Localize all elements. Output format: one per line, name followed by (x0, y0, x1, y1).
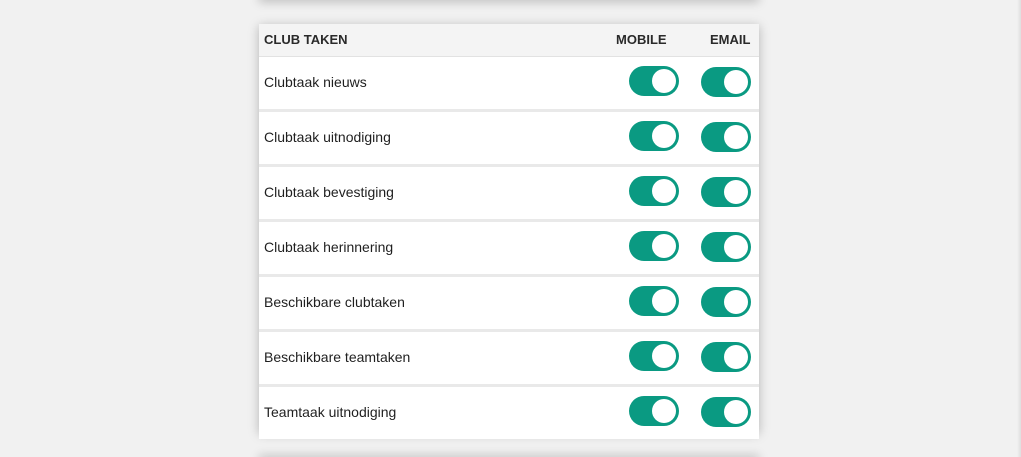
table-row: Clubtaak herinnering (259, 222, 759, 277)
toggle-knob (652, 69, 676, 93)
row-label: Beschikbare clubtaken (264, 294, 405, 310)
toggle-knob (652, 179, 676, 203)
table-header: CLUB TAKEN MOBILE EMAIL (259, 24, 759, 57)
toggle-knob (652, 399, 676, 423)
email-toggle[interactable] (701, 232, 751, 262)
toggle-knob (652, 124, 676, 148)
email-toggle[interactable] (701, 342, 751, 372)
toggle-knob (652, 344, 676, 368)
row-label: Clubtaak uitnodiging (264, 129, 391, 145)
row-label: Teamtaak uitnodiging (264, 404, 397, 420)
toggle-knob (652, 289, 676, 313)
column-header-mobile: MOBILE (616, 32, 667, 47)
mobile-toggle[interactable] (629, 286, 679, 316)
toggle-knob (724, 345, 748, 369)
row-label: Clubtaak nieuws (264, 74, 367, 90)
mobile-toggle[interactable] (629, 231, 679, 261)
toggle-knob (724, 125, 748, 149)
table-row: Beschikbare clubtaken (259, 277, 759, 332)
mobile-toggle[interactable] (629, 396, 679, 426)
column-header-email: EMAIL (710, 32, 751, 47)
email-toggle[interactable] (701, 122, 751, 152)
email-toggle[interactable] (701, 397, 751, 427)
mobile-toggle[interactable] (629, 66, 679, 96)
toggle-knob (652, 234, 676, 258)
club-taken-notification-card: CLUB TAKEN MOBILE EMAIL Clubtaak nieuws … (259, 24, 759, 439)
email-toggle[interactable] (701, 67, 751, 97)
row-label: Beschikbare teamtaken (264, 349, 411, 365)
mobile-toggle[interactable] (629, 341, 679, 371)
row-label: Clubtaak bevestiging (264, 184, 394, 200)
email-toggle[interactable] (701, 287, 751, 317)
toggle-knob (724, 180, 748, 204)
page: CLUB TAKEN MOBILE EMAIL Clubtaak nieuws … (0, 0, 1021, 457)
table-row: Clubtaak bevestiging (259, 167, 759, 222)
toggle-knob (724, 400, 748, 424)
table-row: Teamtaak uitnodiging (259, 387, 759, 439)
toggle-knob (724, 70, 748, 94)
toggle-knob (724, 235, 748, 259)
table-row: Clubtaak uitnodiging (259, 112, 759, 167)
toggle-knob (724, 290, 748, 314)
row-label: Clubtaak herinnering (264, 239, 394, 255)
mobile-toggle[interactable] (629, 121, 679, 151)
mobile-toggle[interactable] (629, 176, 679, 206)
window-edge-shadow (1017, 0, 1021, 457)
email-toggle[interactable] (701, 177, 751, 207)
table-row: Beschikbare teamtaken (259, 332, 759, 387)
table-row: Clubtaak nieuws (259, 57, 759, 112)
column-header-club-taken: CLUB TAKEN (264, 32, 348, 47)
